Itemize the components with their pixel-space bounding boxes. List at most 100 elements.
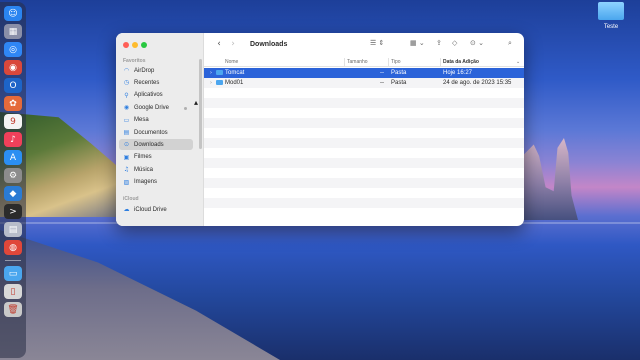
file-kind: Pasta: [391, 69, 407, 76]
preview-icon[interactable]: ▤: [4, 222, 22, 237]
zoom-button[interactable]: [141, 42, 147, 48]
sidebar-item-música[interactable]: ♫ Música: [119, 164, 193, 175]
back-button[interactable]: ‹: [212, 39, 226, 49]
sidebar-item-documentos[interactable]: ▤ Documentos: [119, 127, 193, 138]
file-name: Tomcat: [225, 69, 245, 76]
wallpaper-rock-arch: [524, 138, 578, 220]
empty-row: [204, 128, 524, 138]
empty-row: [204, 148, 524, 158]
column-name[interactable]: Nome: [225, 59, 238, 65]
file-row[interactable]: › Mod01 -- Pasta 24 de ago. de 2023 15:35: [204, 78, 524, 88]
close-button[interactable]: [123, 42, 129, 48]
disclosure-chevron-icon[interactable]: ›: [210, 70, 212, 76]
downloads-stack-icon-glyph: ▭: [8, 268, 18, 279]
empty-row: [204, 188, 524, 198]
desktop-icon: ▭: [123, 116, 130, 124]
forward-button[interactable]: ›: [226, 39, 240, 49]
empty-row: [204, 138, 524, 148]
sidebar-item-recentes[interactable]: ◷ Recentes: [119, 77, 193, 88]
music-icon[interactable]: ♪: [4, 132, 22, 147]
finder-icon[interactable]: ☺: [4, 6, 22, 21]
activity-icon[interactable]: ◍: [4, 240, 22, 255]
sidebar-item-downloads[interactable]: ⊙ Downloads: [119, 139, 193, 151]
finder-sidebar: Favoritos ◠ AirDrop ◷ Recentes ⚲ Aplicativos ◉…: [116, 33, 204, 226]
trash-icon[interactable]: 🗑: [4, 302, 22, 317]
file-size: --: [380, 79, 384, 86]
sidebar-item-airdrop[interactable]: ◠ AirDrop: [119, 65, 193, 76]
sidebar-heading-favorites: Favoritos: [123, 58, 146, 64]
disclosure-chevron-icon[interactable]: ›: [210, 80, 212, 86]
list-view-icon[interactable]: ☰ ⇕: [370, 39, 384, 47]
sidebar-item-label: AirDrop: [134, 67, 155, 74]
share-icon[interactable]: ⇪: [436, 39, 442, 47]
sidebar-heading-icloud: iCloud: [123, 196, 139, 202]
film-icon: ▣: [123, 153, 130, 161]
sidebar-item-imagens[interactable]: ▨ Imagens: [119, 177, 193, 188]
column-kind[interactable]: Tipo: [391, 59, 401, 65]
sort-chevron-icon: ⌄: [516, 59, 521, 65]
sidebar-item-aplicativos[interactable]: ⚲ Aplicativos: [119, 90, 193, 101]
sync-status-icon: [184, 107, 187, 110]
file-row[interactable]: › Tomcat -- Pasta Hoje 16:27: [204, 68, 524, 78]
finder-window: Favoritos ◠ AirDrop ◷ Recentes ⚲ Aplicativos ◉…: [116, 33, 524, 226]
desktop-folder-label: Teste: [603, 24, 619, 30]
music-note-icon: ♫: [123, 166, 130, 174]
calendar-icon[interactable]: 9: [4, 114, 22, 129]
sidebar-scrollbar[interactable]: [199, 59, 202, 149]
minimize-button[interactable]: [132, 42, 138, 48]
launchpad-icon[interactable]: ▦: [4, 24, 22, 39]
trash-icon-glyph: 🗑: [7, 304, 19, 315]
system-settings-icon[interactable]: ⚙: [4, 168, 22, 183]
system-settings-icon-glyph: ⚙: [8, 170, 18, 181]
tag-icon[interactable]: ◇: [452, 39, 457, 47]
app-store-icon[interactable]: A: [4, 150, 22, 165]
document-icon: ▤: [123, 129, 130, 136]
file-kind: Pasta: [391, 79, 407, 86]
activity-icon-glyph: ◍: [9, 242, 17, 253]
empty-row: [204, 178, 524, 188]
sidebar-item-label: Imagens: [134, 179, 158, 186]
google-drive-icon: ◉: [123, 104, 130, 112]
empty-row: [204, 168, 524, 178]
vscode-icon[interactable]: ◆: [4, 186, 22, 201]
folder-icon: [216, 80, 223, 85]
safari-icon[interactable]: ◎: [4, 42, 22, 57]
safari-icon-glyph: ◎: [9, 44, 17, 55]
photos-icon[interactable]: ✿: [4, 96, 22, 111]
sidebar-item-label: Recentes: [134, 79, 160, 86]
group-icon[interactable]: ▦ ⌄: [410, 39, 425, 47]
vscode-icon-glyph: ◆: [9, 188, 17, 199]
column-size[interactable]: Tamanho: [347, 59, 368, 65]
empty-row: [204, 88, 524, 98]
downloads-stack-icon[interactable]: ▭: [4, 266, 22, 281]
desktop-folder-teste[interactable]: Teste: [594, 2, 628, 34]
sidebar-item-label: Aplicativos: [134, 92, 163, 99]
outlook-icon[interactable]: O: [4, 78, 22, 93]
app-store-icon-glyph: A: [9, 152, 17, 163]
empty-row: [204, 118, 524, 128]
window-title: Downloads: [250, 40, 288, 48]
launchpad-icon-glyph: ▦: [8, 26, 18, 37]
sidebar-item-google-drive[interactable]: ◉ Google Drive: [119, 102, 193, 113]
window-controls: [123, 42, 147, 48]
sidebar-item-label: Filmes: [134, 154, 152, 161]
column-divider: [344, 58, 345, 66]
terminal-icon[interactable]: >: [4, 204, 22, 219]
calendar-icon-glyph: 9: [10, 116, 16, 127]
document-stack-icon[interactable]: ▯: [4, 284, 22, 299]
file-list: › Tomcat -- Pasta Hoje 16:27 › Mod01 -- Pasta 24 …: [204, 68, 524, 218]
empty-row: [204, 158, 524, 168]
sidebar-item-filmes[interactable]: ▣ Filmes: [119, 152, 193, 163]
column-header: Nome Tamanho Tipo Data da Adição ⌄: [204, 57, 524, 67]
column-date-added[interactable]: Data da Adição: [443, 59, 479, 65]
more-actions-icon[interactable]: ⊙ ⌄: [470, 39, 484, 47]
search-icon[interactable]: ⌕: [508, 39, 512, 48]
sidebar-item-label: Documentos: [134, 129, 168, 136]
chrome-icon-glyph: ◉: [9, 62, 17, 73]
sidebar-item-label: Downloads: [134, 141, 164, 148]
document-stack-icon-glyph: ▯: [10, 286, 16, 297]
finder-icon-glyph: ☺: [8, 8, 18, 19]
sidebar-item-icloud-drive[interactable]: ☁ iCloud Drive: [119, 204, 193, 215]
sidebar-item-mesa[interactable]: ▭ Mesa: [119, 115, 193, 126]
chrome-icon[interactable]: ◉: [4, 60, 22, 75]
